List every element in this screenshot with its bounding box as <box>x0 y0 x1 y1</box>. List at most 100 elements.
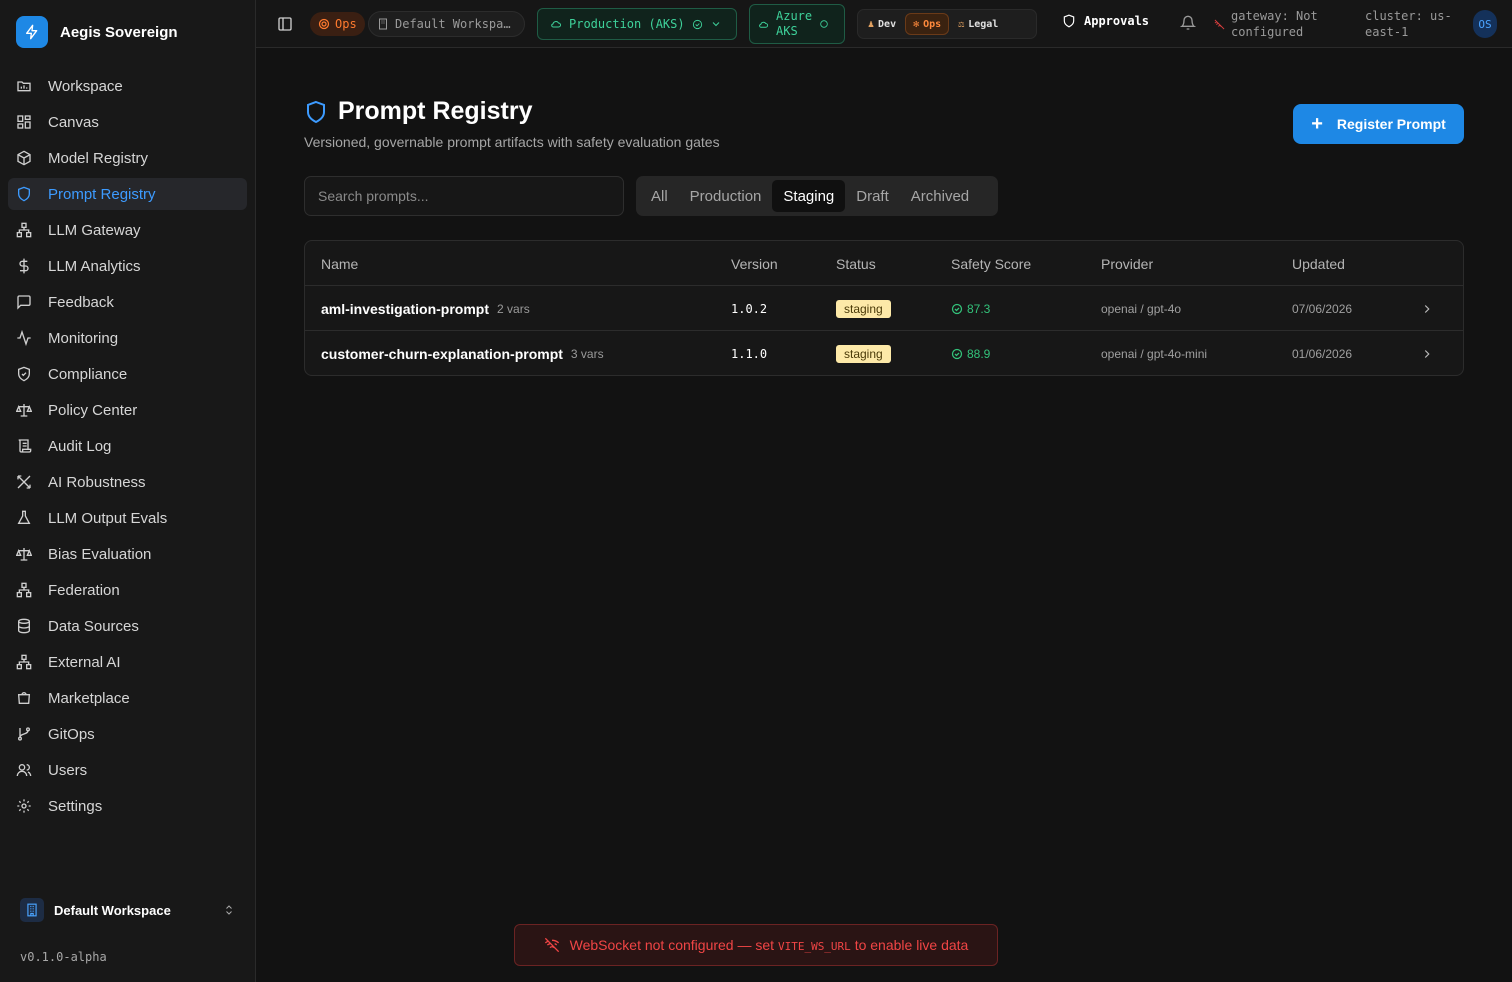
brand[interactable]: Aegis Sovereign <box>16 16 178 48</box>
approvals-label: Approvals <box>1084 14 1150 28</box>
column-header[interactable]: Status <box>836 256 876 272</box>
gateway-status: gateway: Not configured <box>1214 8 1344 40</box>
sidebar-item-gitops[interactable]: GitOps <box>8 718 247 750</box>
chevron-right-icon[interactable] <box>1420 331 1434 375</box>
sidebar-item-policy-center[interactable]: Policy Center <box>8 394 247 426</box>
column-header[interactable]: Provider <box>1101 256 1153 272</box>
git-branch-icon <box>18 727 30 741</box>
sidebar-item-label: Monitoring <box>48 329 119 347</box>
approvals-button[interactable]: Approvals <box>1062 14 1149 28</box>
scale-icon <box>16 548 32 561</box>
tab-production[interactable]: Production <box>679 180 773 212</box>
sidebar-item-label: Prompt Registry <box>48 185 156 203</box>
chevron-right-icon[interactable] <box>1420 286 1434 331</box>
shield-icon <box>307 100 325 123</box>
prompt-name[interactable]: customer-churn-explanation-prompt <box>321 346 563 362</box>
sidebar-item-audit-log[interactable]: Audit Log <box>8 430 247 462</box>
wifi-off-icon <box>1214 19 1225 29</box>
tab-all[interactable]: All <box>640 180 679 212</box>
sidebar-item-label: Data Sources <box>48 617 139 635</box>
sidebar-item-feedback[interactable]: Feedback <box>8 286 247 318</box>
sidebar-item-llm-analytics[interactable]: LLM Analytics <box>8 250 247 282</box>
persona-legal[interactable]: ⚖ Legal <box>951 13 1005 35</box>
prompt-version: 1.1.0 <box>731 346 768 361</box>
sidebar-item-prompt-registry[interactable]: Prompt Registry <box>8 178 247 210</box>
sidebar-item-label: Feedback <box>48 293 114 311</box>
sidebar-item-compliance[interactable]: Compliance <box>8 358 247 390</box>
column-header[interactable]: Version <box>731 256 778 272</box>
lightning-icon <box>16 16 48 48</box>
sidebar-item-external-ai[interactable]: External AI <box>8 646 247 678</box>
safety-score: 88.9 <box>967 346 991 361</box>
tab-draft[interactable]: Draft <box>845 180 900 212</box>
sidebar-item-workspace[interactable]: Workspace <box>8 70 247 102</box>
sidebar-item-marketplace[interactable]: Marketplace <box>8 682 247 714</box>
page-subtitle: Versioned, governable prompt artifacts w… <box>304 134 720 150</box>
wifi-off-icon <box>544 937 559 953</box>
person-icon: ♟ <box>868 18 875 30</box>
sidebar-item-data-sources[interactable]: Data Sources <box>8 610 247 642</box>
table-header: Name Version Status Safety Score Provide… <box>305 241 1463 286</box>
building-icon <box>20 898 44 922</box>
environment-selector[interactable]: Production (AKS) <box>537 8 737 40</box>
column-header[interactable]: Safety Score <box>951 256 1031 272</box>
sidebar-item-bias-evaluation[interactable]: Bias Evaluation <box>8 538 247 570</box>
toast-text-after: to enable live data <box>854 937 969 953</box>
cluster-chip[interactable]: Azure AKS <box>749 4 845 44</box>
column-header[interactable]: Updated <box>1292 256 1345 272</box>
cube-icon <box>17 150 31 166</box>
status-dot-icon <box>820 20 828 28</box>
table-row[interactable]: aml-investigation-prompt 2 vars 1.0.2 st… <box>305 286 1463 331</box>
store-icon <box>17 692 31 704</box>
status-cell: staging <box>836 331 891 375</box>
table-row[interactable]: customer-churn-explanation-prompt 3 vars… <box>305 331 1463 375</box>
sidebar-item-label: LLM Analytics <box>48 257 141 275</box>
workspace-chip[interactable]: Default Workspa… <box>368 11 525 37</box>
sidebar-item-label: LLM Gateway <box>48 221 141 239</box>
toast-text-before: WebSocket not configured — set <box>569 937 775 953</box>
tab-archived[interactable]: Archived <box>900 180 980 212</box>
sidebar-item-label: Model Registry <box>48 149 149 167</box>
sidebar-item-users[interactable]: Users <box>8 754 247 786</box>
updated-date: 07/06/2026 <box>1292 301 1353 316</box>
persona-switcher: ♟ Dev ✻ Ops ⚖ Legal <box>857 9 1037 39</box>
prompts-table: Name Version Status Safety Score Provide… <box>304 240 1464 376</box>
status-badge: staging <box>836 344 891 363</box>
page-header: Prompt Registry <box>304 97 532 126</box>
gateway-text: gateway: Not configured <box>1231 8 1318 40</box>
cloud-icon <box>551 21 561 28</box>
shield-icon <box>18 186 30 202</box>
sidebar-item-llm-output-evals[interactable]: LLM Output Evals <box>8 502 247 534</box>
avatar[interactable]: OS <box>1473 10 1497 38</box>
ops-persona-chip[interactable]: Ops <box>310 12 365 36</box>
prompt-name[interactable]: aml-investigation-prompt <box>321 301 489 317</box>
column-header[interactable]: Name <box>321 256 358 272</box>
cluster-chip-line1: Azure <box>776 9 813 23</box>
websocket-warning-toast: WebSocket not configured — set VITE_WS_U… <box>514 924 998 966</box>
sidebar-item-monitoring[interactable]: Monitoring <box>8 322 247 354</box>
register-prompt-button[interactable]: + Register Prompt <box>1293 104 1464 144</box>
gear-icon <box>17 799 31 813</box>
sidebar-item-federation[interactable]: Federation <box>8 574 247 606</box>
gateway-line2: configured <box>1231 25 1304 39</box>
bell-icon[interactable] <box>1180 15 1196 31</box>
sidebar-item-label: Policy Center <box>48 401 138 419</box>
safety-score-cell: 87.3 <box>951 286 990 331</box>
sidebar-item-model-registry[interactable]: Model Registry <box>8 142 247 174</box>
sidebar-item-canvas[interactable]: Canvas <box>8 106 247 138</box>
persona-dev[interactable]: ♟ Dev <box>861 13 903 35</box>
gateway-line1: gateway: Not <box>1231 9 1318 23</box>
sidebar-item-llm-gateway[interactable]: LLM Gateway <box>8 214 247 246</box>
check-circle-icon <box>951 303 963 314</box>
cluster-chip-text: Azure AKS <box>776 9 812 39</box>
sidebar-item-label: Bias Evaluation <box>48 545 152 563</box>
sidebar-item-settings[interactable]: Settings <box>8 790 247 822</box>
tab-staging[interactable]: Staging <box>772 180 846 212</box>
sidebar-item-ai-robustness[interactable]: AI Robustness <box>8 466 247 498</box>
cloud-icon <box>759 21 769 28</box>
cog-icon <box>318 18 330 30</box>
persona-ops[interactable]: ✻ Ops <box>905 13 950 35</box>
sidebar-toggle-icon[interactable] <box>277 16 293 32</box>
search-input[interactable] <box>304 176 624 216</box>
workspace-switcher[interactable]: Default Workspace <box>8 892 247 928</box>
